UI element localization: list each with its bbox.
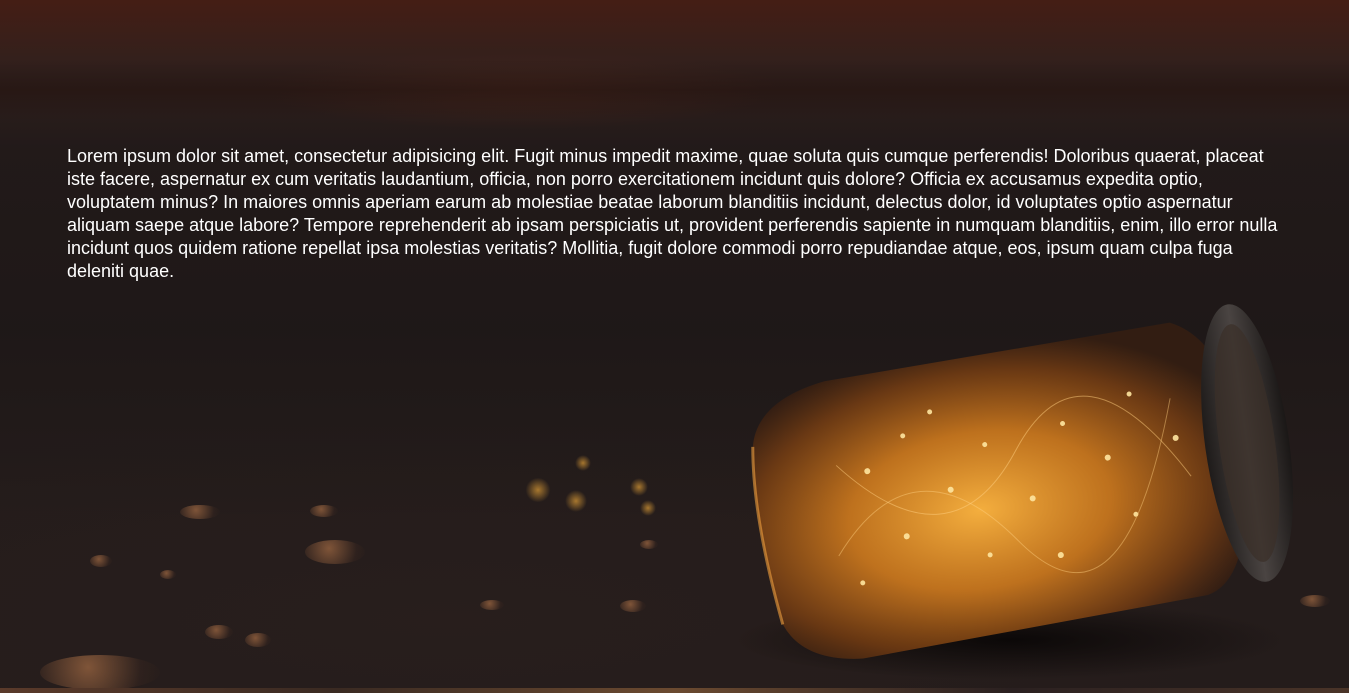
sand-bubble xyxy=(310,505,338,517)
sand-bubble xyxy=(90,555,112,567)
sand-bubble xyxy=(160,570,176,579)
bottom-edge-strip xyxy=(0,688,1349,693)
bokeh-light xyxy=(640,500,656,516)
sand-bubble xyxy=(640,540,658,549)
sand-bubble xyxy=(305,540,365,564)
sand-bubble xyxy=(480,600,504,610)
sand-bubble xyxy=(40,655,160,690)
bokeh-light xyxy=(565,490,587,512)
sand-bubble xyxy=(245,633,271,647)
glowing-jar-illustration xyxy=(751,304,1293,659)
sand-bubble xyxy=(205,625,233,639)
horizon-band xyxy=(0,60,1349,120)
bokeh-light xyxy=(525,478,551,502)
bokeh-light xyxy=(630,478,648,496)
intro-paragraph: Lorem ipsum dolor sit amet, consectetur … xyxy=(67,146,1278,281)
sand-bubble xyxy=(620,600,646,612)
bokeh-light xyxy=(575,455,591,471)
hero-background-image: Lorem ipsum dolor sit amet, consectetur … xyxy=(0,0,1349,693)
sand-bubble xyxy=(180,505,220,519)
